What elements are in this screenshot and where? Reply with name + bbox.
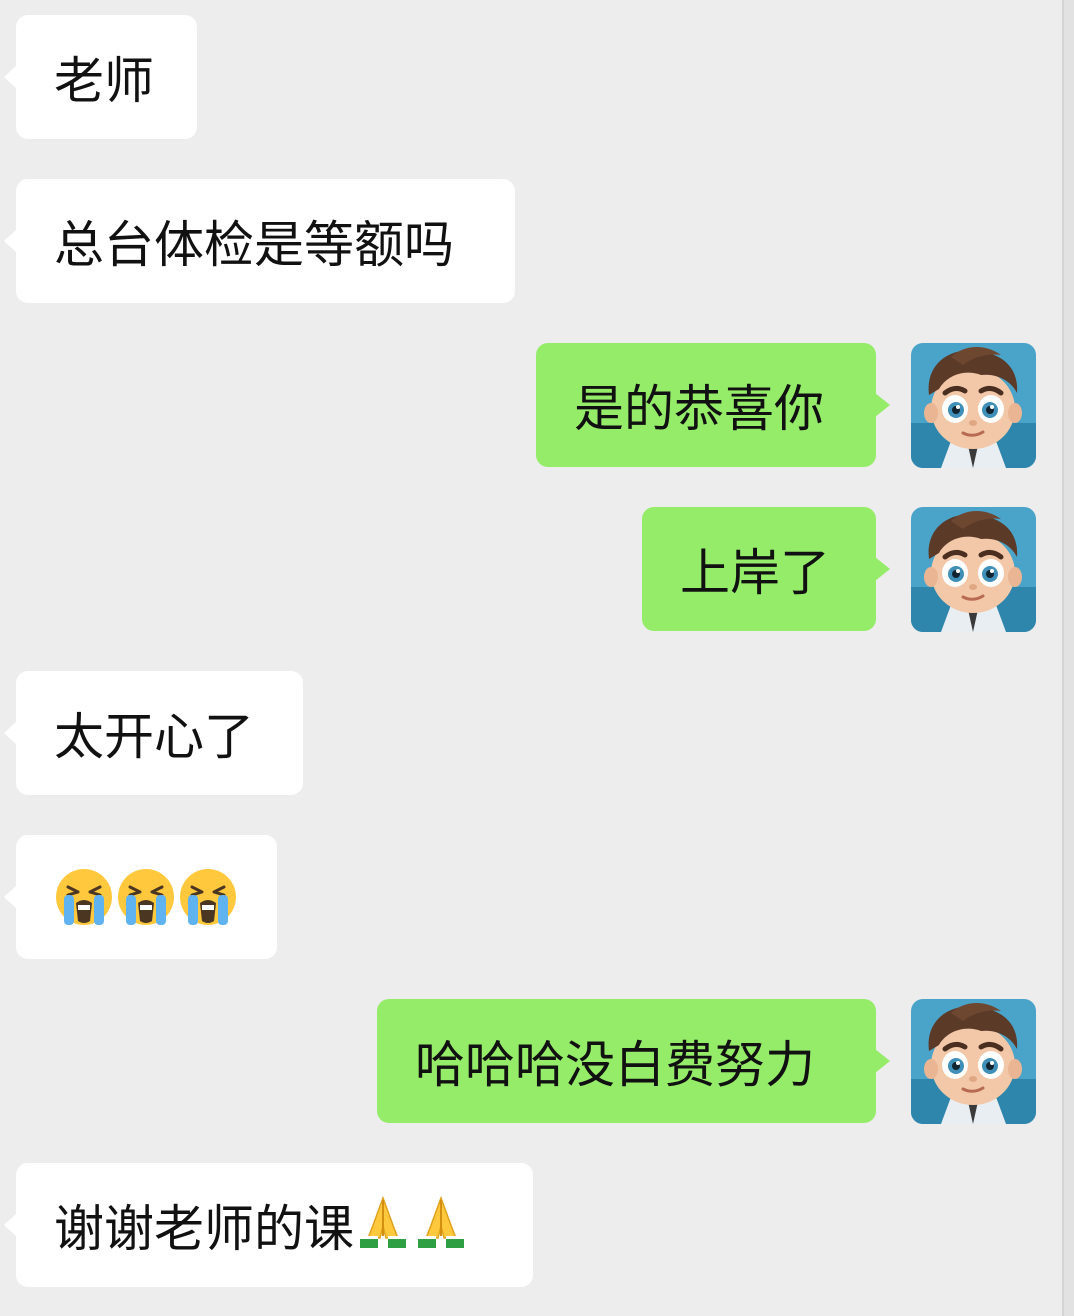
cartoon-boy-avatar-icon <box>911 343 1036 468</box>
message-text: 总台体检是等额吗 <box>54 216 454 274</box>
outgoing-message-bubble[interactable]: 哈哈哈没白费努力 <box>377 999 890 1123</box>
cartoon-boy-avatar-icon <box>911 999 1036 1124</box>
loudly-crying-face-icon <box>56 869 112 925</box>
message-text: 老师 <box>54 52 154 110</box>
message-text: 哈哈哈没白费努力 <box>415 1036 815 1094</box>
message-text: 谢谢老师的课 <box>54 1200 354 1258</box>
outgoing-message-bubble[interactable]: 是的恭喜你 <box>536 343 890 467</box>
user-avatar[interactable] <box>911 343 1036 468</box>
message-text: 是的恭喜你 <box>574 380 824 438</box>
user-avatar[interactable] <box>911 507 1036 632</box>
emoji-group <box>354 1196 470 1254</box>
folded-hands-icon <box>360 1196 406 1248</box>
message-text: 太开心了 <box>54 708 254 766</box>
incoming-message-bubble[interactable]: 太开心了 <box>4 671 303 795</box>
incoming-message-bubble[interactable] <box>4 835 277 959</box>
incoming-message-bubble[interactable]: 老师 <box>4 15 197 139</box>
loudly-crying-face-icon <box>118 869 174 925</box>
loudly-crying-face-icon <box>180 869 236 925</box>
folded-hands-icon <box>418 1196 464 1248</box>
user-avatar[interactable] <box>911 999 1036 1124</box>
chat-scrollbar-track[interactable] <box>1062 0 1074 1316</box>
incoming-message-bubble[interactable]: 总台体检是等额吗 <box>4 179 515 303</box>
incoming-message-bubble[interactable]: 谢谢老师的课 <box>4 1163 533 1287</box>
message-text: 上岸了 <box>680 544 830 602</box>
outgoing-message-bubble[interactable]: 上岸了 <box>642 507 890 631</box>
cartoon-boy-avatar-icon <box>911 507 1036 632</box>
emoji-group <box>54 867 238 927</box>
